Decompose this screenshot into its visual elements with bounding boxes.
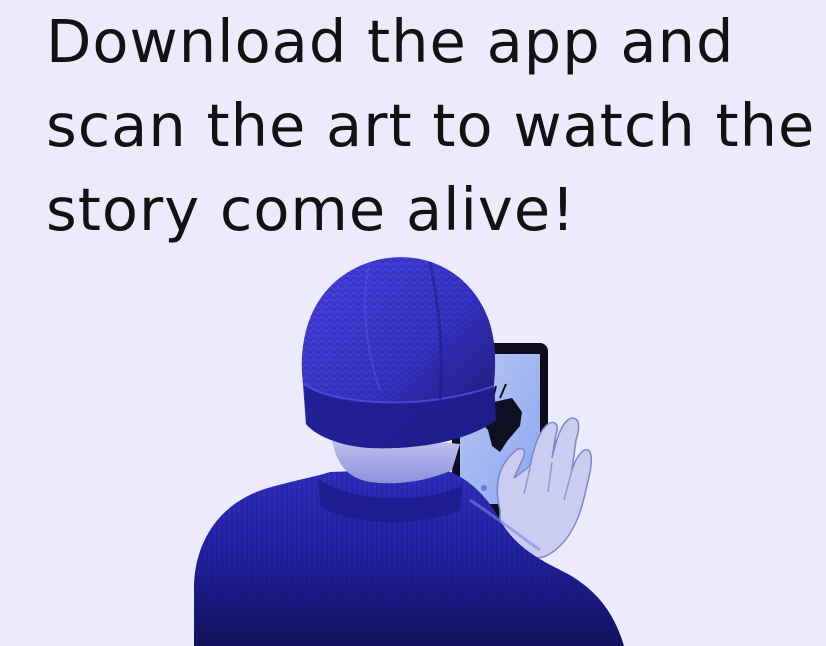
headline-line-2: scan the art to watch the: [46, 91, 816, 160]
neck: [332, 432, 460, 484]
tablet: [452, 343, 548, 521]
beanie: [301, 257, 496, 449]
promo-page: Download the app and scan the art to wat…: [0, 0, 826, 646]
headline-line-1: Download the app and: [46, 7, 735, 76]
hand: [496, 417, 593, 559]
headline: Download the app and scan the art to wat…: [46, 0, 816, 252]
sweater: [194, 468, 624, 646]
headline-line-3: story come alive!: [46, 175, 576, 244]
